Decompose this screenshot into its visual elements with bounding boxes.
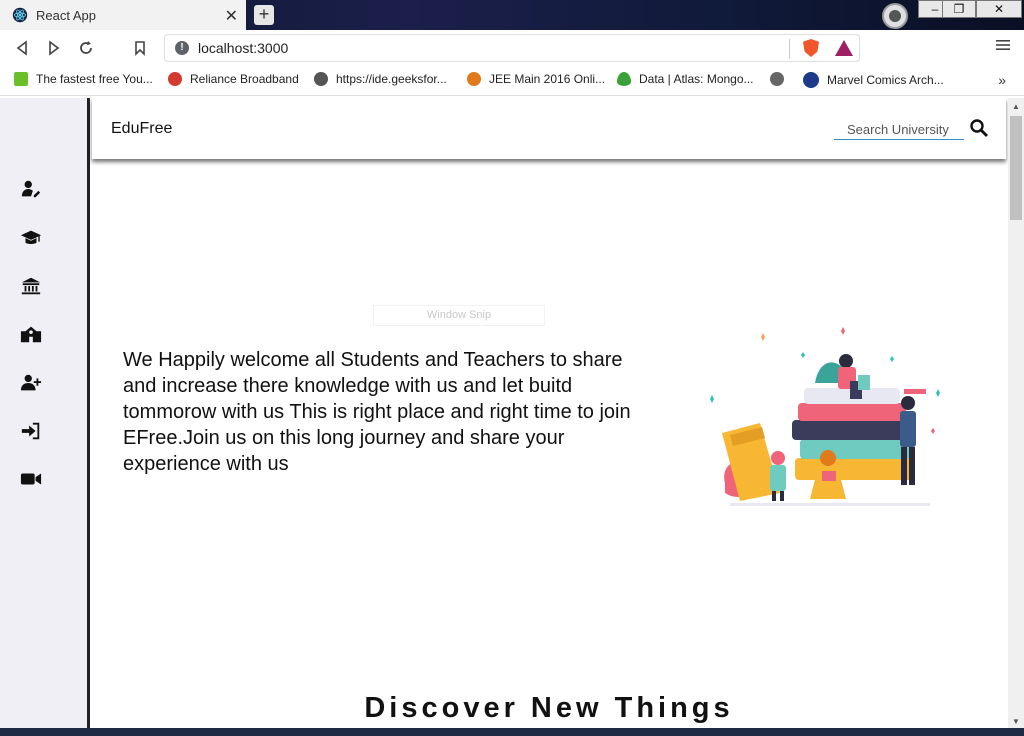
bookmark-item[interactable]: Data | Atlas: Mongo... (617, 72, 754, 86)
tab-react-app[interactable]: React App ✕ (0, 0, 246, 30)
address-bar[interactable]: ! localhost:3000 (164, 34, 860, 62)
page-scrollbar[interactable]: ▲ ▼ (1008, 98, 1024, 728)
brave-rewards-icon[interactable] (835, 40, 853, 56)
address-divider (789, 39, 790, 59)
brand-title[interactable]: EduFree (111, 120, 172, 138)
browser-tab-strip: React App ✕ + – ❐ ✕ (0, 0, 1024, 30)
app-header: EduFree (92, 98, 1006, 159)
scrollbar-thumb[interactable] (1010, 116, 1022, 220)
react-logo-icon (12, 7, 28, 23)
scroll-down-icon[interactable]: ▼ (1012, 717, 1020, 726)
bookmark-item[interactable]: Reliance Broadband (168, 72, 299, 86)
browser-toolbar: ! localhost:3000 (0, 30, 1024, 66)
graduation-cap-icon[interactable] (20, 227, 42, 249)
school-icon[interactable] (20, 323, 42, 345)
address-url[interactable]: localhost:3000 (198, 40, 288, 56)
bookmark-label: Data | Atlas: Mongo... (639, 72, 754, 86)
bookmark-item[interactable]: JEE Main 2016 Onli... (467, 72, 605, 86)
welcome-text: We Happily welcome all Students and Teac… (123, 349, 631, 475)
sign-in-icon[interactable] (20, 420, 42, 442)
os-taskbar (0, 728, 1024, 736)
mongodb-leaf-icon (617, 72, 631, 86)
globe-icon (770, 72, 784, 86)
page-viewport: EduFree Window Snip We Happily welcome a… (0, 98, 1024, 728)
reload-icon[interactable] (76, 38, 96, 58)
university-icon[interactable] (20, 275, 42, 297)
forward-icon[interactable] (44, 38, 64, 58)
window-snip-overlay: Window Snip (373, 305, 545, 326)
brave-shields-icon[interactable] (803, 39, 819, 57)
site-info-icon[interactable]: ! (175, 41, 189, 55)
jio-icon (803, 72, 819, 88)
video-icon[interactable] (20, 468, 42, 490)
bookmark-icon[interactable] (130, 38, 150, 58)
user-plus-icon[interactable] (20, 372, 42, 394)
bookmark-label: https://ide.geeksfor... (336, 72, 447, 86)
restore-button[interactable]: ❐ (942, 0, 976, 18)
bookmark-item[interactable]: https://ide.geeksfor... (314, 72, 447, 86)
bookmark-label: Reliance Broadband (190, 72, 299, 86)
scroll-up-icon[interactable]: ▲ (1012, 102, 1020, 111)
bookmark-label: JEE Main 2016 Onli... (489, 72, 606, 86)
bookmark-label: The fastest free You... (36, 72, 153, 86)
profile-avatar[interactable] (882, 3, 908, 29)
bookmark-item[interactable]: The fastest free You... (14, 72, 153, 86)
reliance-icon (168, 72, 182, 86)
bookmarks-overflow-icon[interactable]: » (998, 72, 1006, 88)
back-icon[interactable] (12, 38, 32, 58)
education-illustration (710, 327, 940, 506)
new-tab-button[interactable]: + (254, 5, 274, 25)
tab-title: React App (36, 7, 96, 23)
bookmark-label: Marvel Comics Arch... (827, 73, 944, 87)
menu-icon[interactable] (996, 38, 1010, 52)
search-input[interactable] (834, 120, 964, 140)
sidebar (0, 98, 90, 728)
tab-close-icon[interactable]: ✕ (225, 6, 238, 26)
emblem-icon (467, 72, 481, 86)
search-icon[interactable] (969, 118, 989, 138)
bookmark-item[interactable]: Marvel Comics Arch... (803, 72, 944, 88)
section-heading: Discover New Things (364, 692, 734, 724)
user-edit-icon[interactable] (20, 178, 42, 200)
download-arrow-icon (14, 72, 28, 86)
window-close-button[interactable]: ✕ (976, 0, 1022, 18)
bookmarks-bar: The fastest free You... Reliance Broadba… (0, 66, 1024, 96)
globe-icon (314, 72, 328, 86)
bookmark-item[interactable] (770, 72, 792, 86)
